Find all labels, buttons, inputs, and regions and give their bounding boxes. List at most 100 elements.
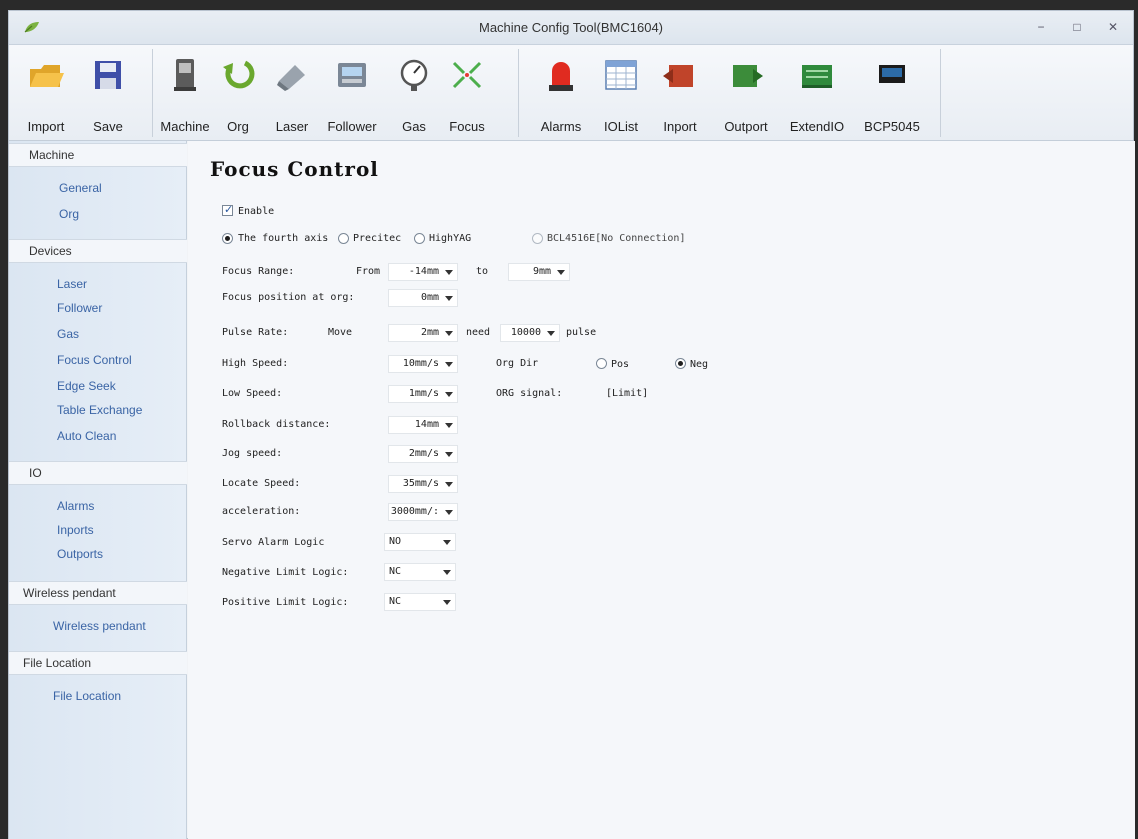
- app-window: Machine Config Tool(BMC1604) − □ ✕ Impor…: [8, 10, 1135, 839]
- toolbar-group-config: Machine Org Laser Follower Gas Focus: [157, 49, 519, 137]
- low-speed-label: Low Speed:: [222, 388, 283, 399]
- origin-arrow-icon: [223, 60, 255, 89]
- sidebar-item-follower[interactable]: Follower: [57, 301, 102, 315]
- pulse-label: pulse: [566, 327, 597, 338]
- sidebar-section-file-location[interactable]: File Location: [9, 651, 187, 675]
- sidebar-item-wireless-pendant[interactable]: Wireless pendant: [53, 619, 146, 633]
- chevron-down-icon: [445, 482, 453, 487]
- close-icon[interactable]: ✕: [1103, 19, 1123, 35]
- sidebar-item-file-location[interactable]: File Location: [53, 689, 121, 703]
- chevron-down-icon: [443, 570, 451, 575]
- locate-speed-select[interactable]: 35mm/s: [388, 475, 458, 493]
- from-label: From: [356, 266, 381, 277]
- pendant-icon: [879, 65, 905, 83]
- positive-limit-logic-select[interactable]: NC: [384, 593, 456, 611]
- org-dir-pos-radio[interactable]: [596, 358, 607, 369]
- sidebar-item-outports[interactable]: Outports: [57, 547, 103, 561]
- table-icon: [605, 60, 637, 90]
- org-dir-neg-label: Neg: [690, 359, 709, 370]
- sidebar-item-general[interactable]: General: [59, 181, 102, 195]
- focus-org-select[interactable]: 0mm: [388, 289, 458, 307]
- machine-icon: [174, 59, 196, 91]
- axis-option-highyag-label: HighYAG: [429, 233, 472, 244]
- servo-alarm-logic-label: Servo Alarm Logic: [222, 537, 325, 548]
- axis-radio-bcl4516e[interactable]: [532, 233, 543, 244]
- import-button[interactable]: Import: [13, 49, 79, 137]
- chevron-down-icon: [547, 331, 555, 336]
- enable-label: Enable: [238, 206, 275, 217]
- chevron-down-icon: [445, 296, 453, 301]
- extendio-button[interactable]: ExtendIO: [781, 49, 853, 137]
- axis-radio-highyag[interactable]: [414, 233, 425, 244]
- pulse-rate-label: Pulse Rate:: [222, 327, 289, 338]
- org-button[interactable]: Org: [213, 49, 263, 137]
- focus-control-panel: Focus Control ✓ Enable The fourth axis P…: [188, 141, 1135, 839]
- focus-range-from-select[interactable]: -14mm: [388, 263, 458, 281]
- outport-icon: [733, 65, 763, 87]
- negative-limit-logic-select[interactable]: NC: [384, 563, 456, 581]
- toolbar-group-file: Import Save: [13, 49, 153, 137]
- sidebar-item-edge-seek[interactable]: Edge Seek: [57, 379, 116, 393]
- sidebar-item-focus-control[interactable]: Focus Control: [57, 353, 132, 367]
- follower-icon: [338, 63, 366, 87]
- page-title: Focus Control: [210, 157, 379, 181]
- acceleration-select[interactable]: 3000mm/:: [388, 503, 458, 521]
- chevron-down-icon: [557, 270, 565, 275]
- jog-speed-select[interactable]: 2mm/s: [388, 445, 458, 463]
- axis-option-bcl4516e-label: BCL4516E[No Connection]: [547, 233, 686, 244]
- gas-button[interactable]: Gas: [389, 49, 439, 137]
- title-bar: Machine Config Tool(BMC1604) − □ ✕: [9, 11, 1133, 45]
- axis-radio-fourth[interactable]: [222, 233, 233, 244]
- sidebar-section-machine[interactable]: Machine: [9, 143, 187, 167]
- focus-button[interactable]: Focus: [439, 49, 495, 137]
- chevron-down-icon: [445, 331, 453, 336]
- toolbar: Import Save Machine Org Laser Follower G…: [9, 45, 1133, 141]
- alarms-button[interactable]: Alarms: [531, 49, 591, 137]
- enable-checkbox[interactable]: ✓: [222, 204, 234, 216]
- laser-button[interactable]: Laser: [267, 49, 317, 137]
- chevron-down-icon: [445, 423, 453, 428]
- servo-alarm-logic-select[interactable]: NO: [384, 533, 456, 551]
- floppy-disk-icon: [95, 61, 121, 89]
- rollback-label: Rollback distance:: [222, 419, 331, 430]
- focus-range-to-select[interactable]: 9mm: [508, 263, 570, 281]
- sidebar: Machine General Org Devices Laser Follow…: [9, 141, 187, 839]
- sidebar-item-org[interactable]: Org: [59, 207, 79, 221]
- inport-button[interactable]: Inport: [651, 49, 709, 137]
- sidebar-item-table-exchange[interactable]: Table Exchange: [57, 403, 142, 417]
- axis-radio-precitec[interactable]: [338, 233, 349, 244]
- gauge-icon: [400, 59, 428, 91]
- sidebar-item-alarms[interactable]: Alarms: [57, 499, 94, 513]
- high-speed-select[interactable]: 10mm/s: [388, 355, 458, 373]
- pulse-need-select[interactable]: 10000: [500, 324, 560, 342]
- save-button[interactable]: Save: [75, 49, 141, 137]
- sidebar-item-auto-clean[interactable]: Auto Clean: [57, 429, 116, 443]
- outport-button[interactable]: Outport: [713, 49, 779, 137]
- sidebar-section-wireless-pendant[interactable]: Wireless pendant: [9, 581, 187, 605]
- checkmark-icon: ✓: [224, 204, 234, 216]
- machine-button[interactable]: Machine: [157, 49, 213, 137]
- folder-open-icon: [30, 65, 64, 87]
- org-dir-label: Org Dir: [496, 358, 539, 369]
- move-label: Move: [328, 327, 353, 338]
- chevron-down-icon: [443, 600, 451, 605]
- minimize-icon[interactable]: −: [1031, 19, 1051, 35]
- sidebar-section-devices[interactable]: Devices: [9, 239, 187, 263]
- acceleration-label: acceleration:: [222, 506, 301, 517]
- chevron-down-icon: [445, 270, 453, 275]
- pulse-move-select[interactable]: 2mm: [388, 324, 458, 342]
- iolist-button[interactable]: IOList: [591, 49, 651, 137]
- sidebar-section-io[interactable]: IO: [9, 461, 187, 485]
- sidebar-item-laser[interactable]: Laser: [57, 277, 87, 291]
- org-dir-neg-radio[interactable]: [675, 358, 686, 369]
- jog-speed-label: Jog speed:: [222, 448, 283, 459]
- sidebar-item-gas[interactable]: Gas: [57, 327, 79, 341]
- to-label: to: [476, 266, 489, 277]
- maximize-icon[interactable]: □: [1067, 19, 1087, 35]
- follower-button[interactable]: Follower: [317, 49, 387, 137]
- rollback-select[interactable]: 14mm: [388, 416, 458, 434]
- low-speed-select[interactable]: 1mm/s: [388, 385, 458, 403]
- bcp5045-button[interactable]: BCP5045: [857, 49, 927, 137]
- circuit-board-icon: [802, 65, 832, 88]
- sidebar-item-inports[interactable]: Inports: [57, 523, 94, 537]
